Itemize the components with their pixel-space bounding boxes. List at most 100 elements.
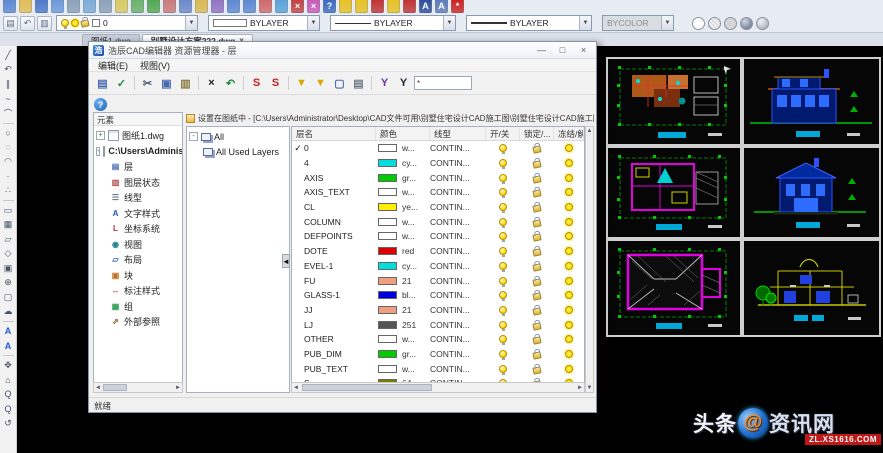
bulb-icon[interactable] xyxy=(499,174,507,182)
circle-tool-icon[interactable]: ○ xyxy=(1,126,16,141)
pan-hand-icon[interactable]: ✥ xyxy=(1,358,16,373)
tree-item-xrefs[interactable]: ⇗外部参照 xyxy=(110,314,182,330)
filter-edit-icon[interactable]: ▼ xyxy=(293,75,310,92)
preview-icon[interactable] xyxy=(83,0,96,13)
wipeout-tool-icon[interactable]: ▢ xyxy=(1,290,16,305)
col-lock[interactable]: 锁定/... xyxy=(520,127,554,140)
lock-icon[interactable] xyxy=(532,146,541,155)
sun-icon[interactable] xyxy=(565,277,573,285)
layer-lock-cell[interactable] xyxy=(520,276,554,286)
tree-root-item[interactable]: -C:\Users\Administrator\D xyxy=(96,144,182,160)
color-combo[interactable]: BYLAYER ▼ xyxy=(208,15,320,31)
sun-icon[interactable] xyxy=(565,218,573,226)
layer-row[interactable]: COLUMNw...CONTIN... xyxy=(292,214,584,229)
pane-collapse-arrow[interactable]: ◄ xyxy=(282,254,290,268)
sun-icon[interactable] xyxy=(565,306,573,314)
bulb-icon[interactable] xyxy=(499,144,507,152)
layer-on-cell[interactable] xyxy=(486,203,520,211)
layer-color-swatch[interactable] xyxy=(378,350,397,358)
print-icon[interactable] xyxy=(67,0,80,13)
filter-apply-icon[interactable]: ▼ xyxy=(312,75,329,92)
chevron-down-icon[interactable]: ▼ xyxy=(185,16,197,30)
layer-row[interactable]: ✓0w...CONTIN... xyxy=(292,141,584,156)
bulb-icon[interactable] xyxy=(499,262,507,270)
realistic-icon[interactable] xyxy=(740,17,753,30)
layer-lock-cell[interactable] xyxy=(520,349,554,359)
layer-lock-cell[interactable] xyxy=(520,261,554,271)
layer-properties-button[interactable]: ▤ xyxy=(3,16,18,31)
bulb-icon[interactable] xyxy=(499,232,507,240)
ellipse-tool-icon[interactable]: ◌ xyxy=(1,140,16,155)
zoom-icon[interactable] xyxy=(275,0,288,13)
elements-pane-hscrollbar[interactable]: ◄ ► xyxy=(93,382,183,393)
sun-icon[interactable] xyxy=(565,174,573,182)
scroll-up-icon[interactable]: ▲ xyxy=(586,128,593,134)
layer-on-cell[interactable] xyxy=(486,188,520,196)
sun-icon[interactable] xyxy=(565,159,573,167)
layer-lock-cell[interactable] xyxy=(520,231,554,241)
layer-row[interactable]: PUB_TEXTw...CONTIN... xyxy=(292,361,584,376)
layer-row[interactable]: AXISgr...CONTIN... xyxy=(292,170,584,185)
bulb-icon[interactable] xyxy=(499,350,507,358)
delete-icon[interactable]: × xyxy=(203,75,220,92)
layer-lock-cell[interactable] xyxy=(520,305,554,315)
snap-icon[interactable] xyxy=(339,0,352,13)
check-icon[interactable] xyxy=(147,0,160,13)
undo-icon[interactable] xyxy=(227,0,240,13)
tree-item-layouts[interactable]: ▱布局 xyxy=(110,252,182,268)
layer-row[interactable]: PUB_DIMgr...CONTIN... xyxy=(292,347,584,362)
tree-node-all-used-layers[interactable]: All Used Layers xyxy=(203,145,289,161)
layer-color-swatch[interactable] xyxy=(378,159,397,167)
layer-on-cell[interactable] xyxy=(486,159,520,167)
layer-freeze-cell[interactable] xyxy=(554,144,584,152)
tree-item-text-styles[interactable]: A文字样式 xyxy=(110,206,182,222)
table-vscrollbar[interactable]: ▲ ▼ xyxy=(585,126,594,393)
tree-item-coordinate-systems[interactable]: L坐标系统 xyxy=(110,221,182,237)
minimize-button[interactable]: — xyxy=(533,44,550,57)
layer-freeze-cell[interactable] xyxy=(554,306,584,314)
expand-icon[interactable]: - xyxy=(189,132,198,141)
paste-icon[interactable] xyxy=(195,0,208,13)
tree-item-blocks[interactable]: ▣块 xyxy=(110,268,182,284)
maximize-button[interactable]: □ xyxy=(554,44,571,57)
lock-icon[interactable] xyxy=(532,175,541,184)
layer-freeze-cell[interactable] xyxy=(554,232,584,240)
save-icon[interactable] xyxy=(35,0,48,13)
polygon-tool-icon[interactable]: ◇ xyxy=(1,247,16,262)
match-properties-icon[interactable] xyxy=(211,0,224,13)
lock-icon[interactable] xyxy=(532,204,541,213)
layer-freeze-cell[interactable] xyxy=(554,247,584,255)
layer-row[interactable]: DOTEredCONTIN... xyxy=(292,244,584,259)
revision-cloud-icon[interactable]: ☁ xyxy=(1,305,16,320)
lock-icon[interactable] xyxy=(532,307,541,316)
scrollbar-thumb[interactable] xyxy=(302,384,432,391)
layer-on-cell[interactable] xyxy=(486,262,520,270)
mtext-tool-icon[interactable]: A xyxy=(1,339,16,354)
layer-row[interactable]: DEFPOINTSw...CONTIN... xyxy=(292,229,584,244)
layer-color-swatch[interactable] xyxy=(378,144,397,152)
zoom-in-tool-icon[interactable]: Q xyxy=(1,387,16,402)
copy-icon[interactable]: ▣ xyxy=(158,75,175,92)
help-icon[interactable]: ? xyxy=(94,98,107,111)
wireframe-2d-icon[interactable] xyxy=(692,17,705,30)
layer-freeze-cell[interactable] xyxy=(554,365,584,373)
tree-root-item[interactable]: +图纸1.dwg xyxy=(96,128,182,144)
double-line-tool-icon[interactable]: ∥ xyxy=(1,77,16,92)
open-icon[interactable] xyxy=(19,0,32,13)
drawing-roof-plan[interactable] xyxy=(606,239,742,337)
layer-color-swatch[interactable] xyxy=(378,203,397,211)
layer-freeze-cell[interactable] xyxy=(554,218,584,226)
layer-row[interactable]: FU21CONTIN... xyxy=(292,273,584,288)
drawing-front-elevation[interactable] xyxy=(742,146,881,239)
sun-icon[interactable] xyxy=(565,350,573,358)
layer-lock-cell[interactable] xyxy=(520,202,554,212)
hatch-tool-icon[interactable]: ▦ xyxy=(1,218,16,233)
bulb-icon[interactable] xyxy=(499,321,507,329)
layer-color-swatch[interactable] xyxy=(378,335,397,343)
lock-icon[interactable] xyxy=(532,292,541,301)
wireframe-3d-icon[interactable] xyxy=(708,17,721,30)
new-icon[interactable] xyxy=(3,0,16,13)
bulb-icon[interactable] xyxy=(499,291,507,299)
delete-icon[interactable]: × xyxy=(291,0,304,13)
layer-lock-cell[interactable] xyxy=(520,143,554,153)
